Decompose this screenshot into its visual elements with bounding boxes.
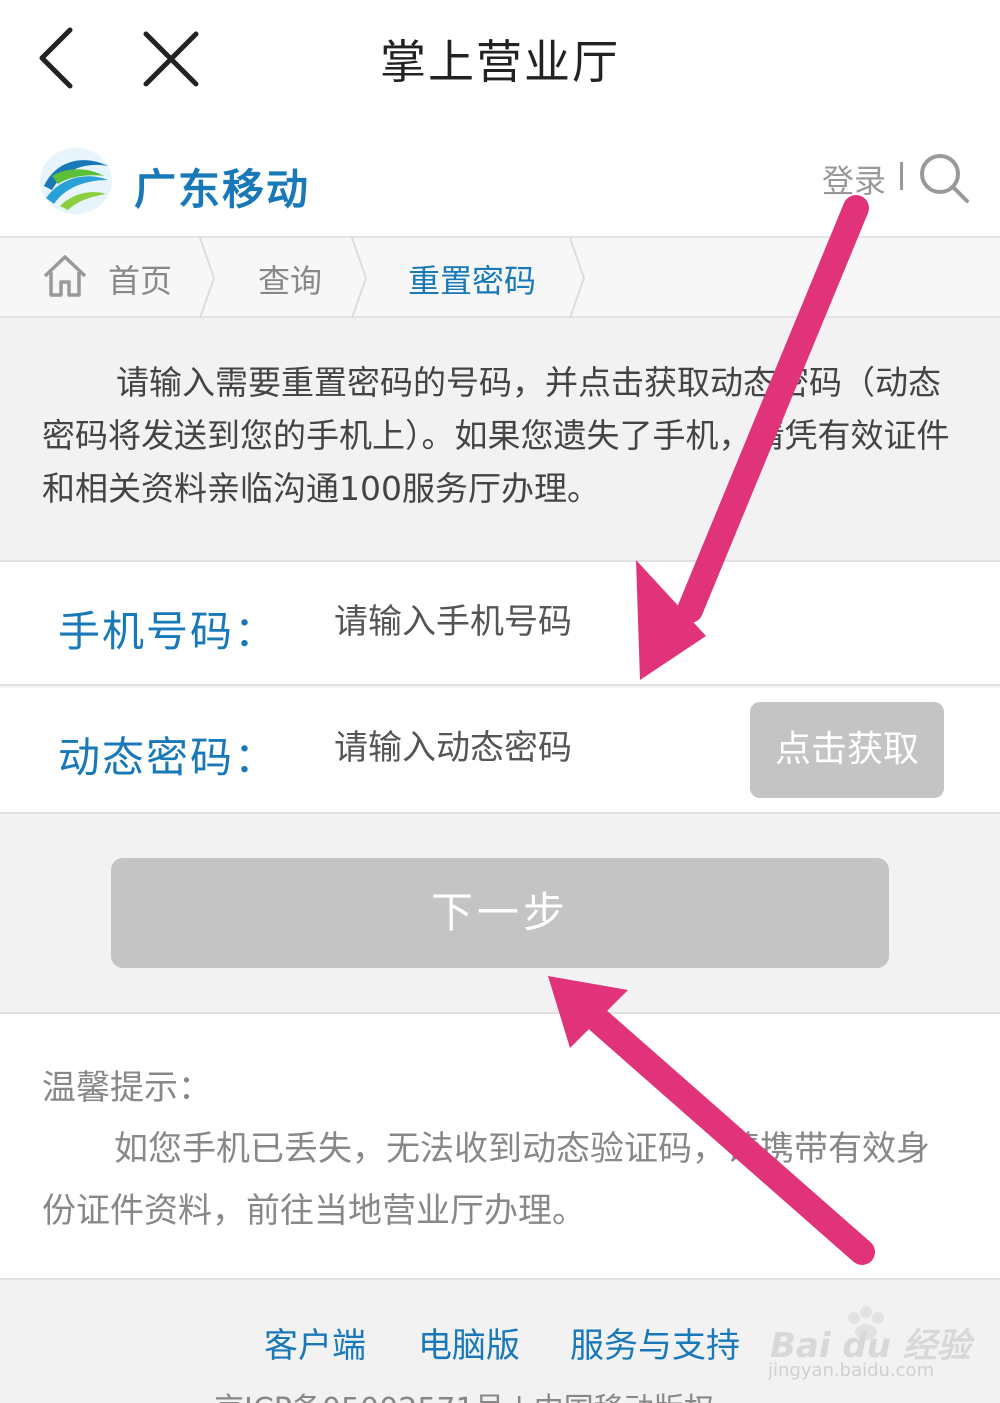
watermark-url: jingyan.baidu.com	[768, 1360, 935, 1381]
phone-row: 手机号码：	[0, 560, 1000, 686]
get-code-button[interactable]: 点击获取	[750, 702, 944, 798]
breadcrumb-home[interactable]: 首页	[108, 256, 172, 302]
phone-input[interactable]	[334, 592, 734, 652]
next-step-button[interactable]: 下一步	[111, 858, 889, 968]
code-label: 动态密码：	[58, 733, 279, 782]
footer-link-pc[interactable]: 电脑版	[418, 1318, 520, 1367]
title-bar: 掌上营业厅	[0, 0, 1000, 118]
header-divider	[900, 162, 903, 190]
tips-panel: 温馨提示： 如您手机已丢失，无法收到动态验证码，请携带有效身份证件资料，前往当地…	[0, 1012, 1000, 1280]
home-icon[interactable]	[42, 254, 88, 298]
icp-text: 京ICP备05002571号 | 中国移动版权	[214, 1384, 714, 1403]
breadcrumb: 首页 查询 重置密码	[0, 236, 1000, 318]
search-icon[interactable]	[918, 152, 970, 204]
china-mobile-logo-icon	[40, 148, 112, 214]
footer-link-support[interactable]: 服务与支持	[570, 1318, 740, 1367]
breadcrumb-separator-icon	[351, 238, 368, 318]
breadcrumb-separator-icon	[569, 238, 586, 318]
code-input[interactable]	[334, 718, 734, 778]
code-row: 动态密码： 点击获取	[0, 688, 1000, 814]
page-title: 掌上营业厅	[380, 35, 620, 89]
instructions-text: 请输入需要重置密码的号码，并点击获取动态密码（动态密码将发送到您的手机上）。如果…	[42, 363, 950, 508]
tips-body: 如您手机已丢失，无法收到动态验证码，请携带有效身份证件资料，前往当地营业厅办理。	[42, 1129, 930, 1231]
breadcrumb-query[interactable]: 查询	[258, 256, 322, 302]
login-link[interactable]: 登录	[822, 156, 886, 202]
brand-name: 广东移动	[134, 165, 311, 214]
footer-link-client[interactable]: 客户端	[264, 1318, 366, 1367]
breadcrumb-reset-password: 重置密码	[408, 262, 537, 300]
site-header: 广东移动 登录	[0, 118, 1000, 236]
breadcrumb-separator-icon	[199, 238, 216, 318]
tips-title: 温馨提示：	[42, 1068, 212, 1108]
phone-label: 手机号码：	[58, 607, 279, 656]
